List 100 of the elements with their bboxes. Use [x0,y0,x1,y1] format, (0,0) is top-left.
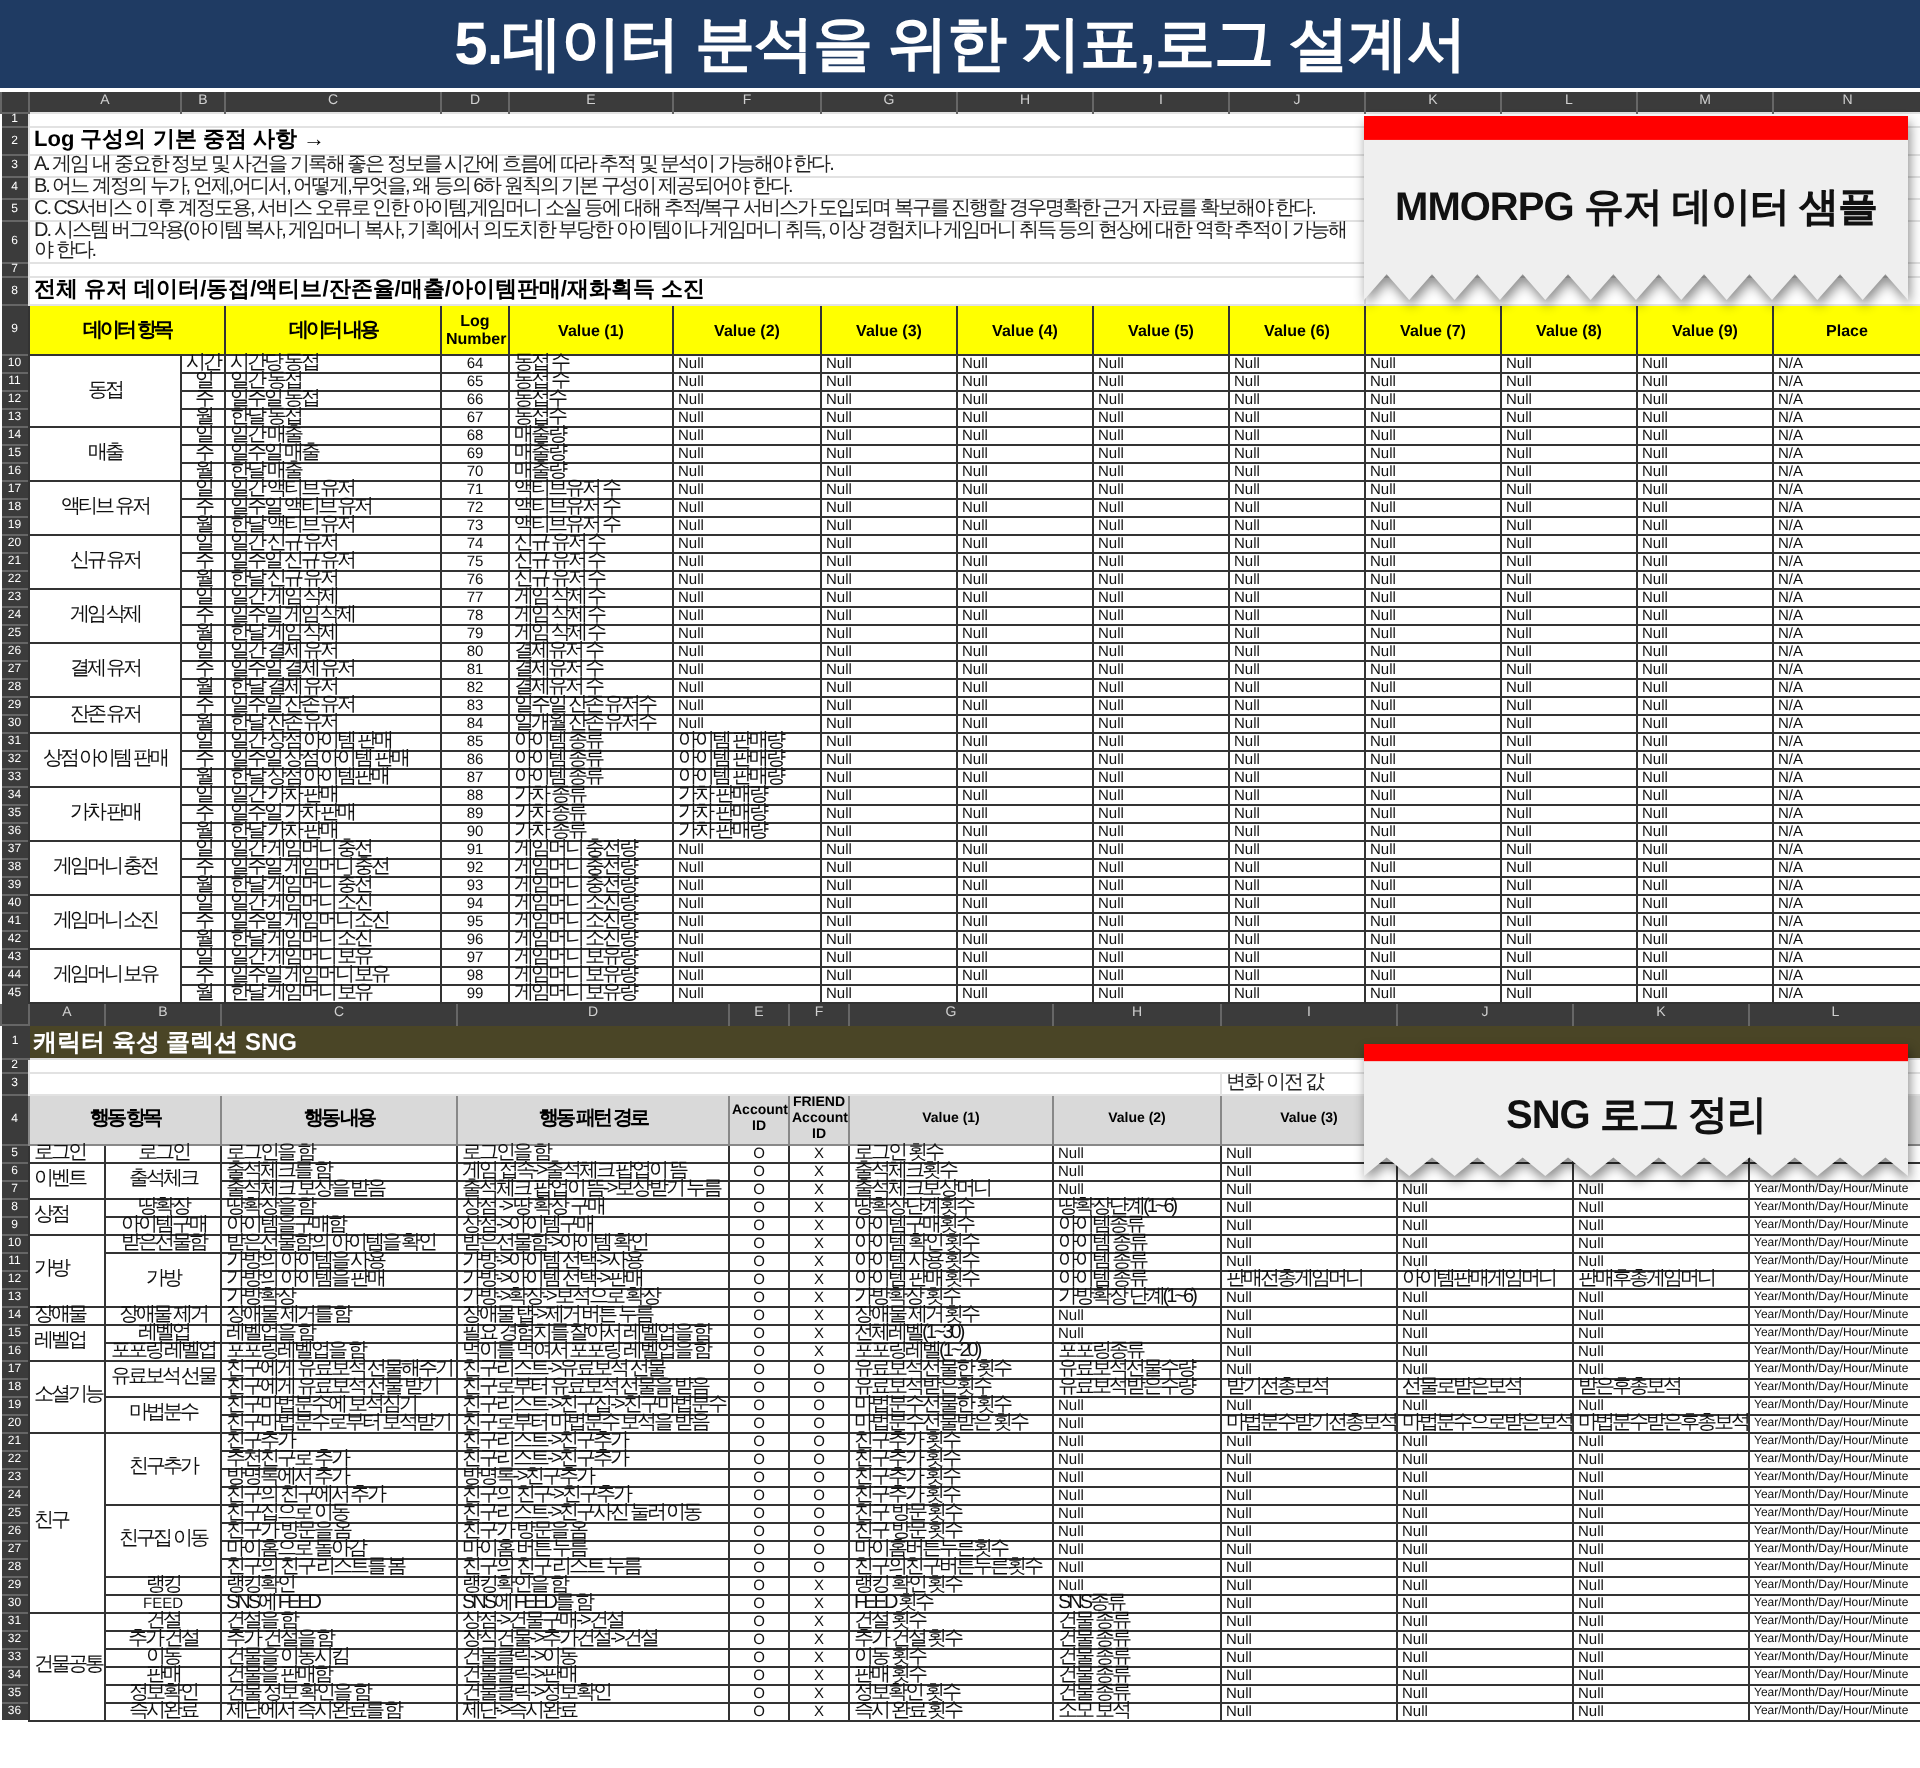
table-cell: 가차 종류 [509,787,673,805]
table-cell: 땅확장단계횟수 [849,1198,1053,1216]
table-cell: 월 [181,463,225,481]
table-cell: 건물 종류 [1053,1666,1221,1684]
table-header: Value (3) [821,305,957,355]
table-cell: 마법분수받은후총보석 [1573,1414,1749,1432]
table-cell: 일주일 액티브 유저 [225,499,441,517]
table-cell: 마법분수 [105,1396,221,1432]
table-cell: 포포링레벨업을 함 [221,1342,457,1360]
table-cell: 동접 [29,355,181,427]
table-cell: 레벨업 [105,1324,221,1342]
table-cell: 랭킹 [105,1576,221,1594]
table-cell: 월 [181,625,225,643]
table-cell: 일 [181,481,225,499]
table-cell: 가차 판매량 [673,805,821,823]
note-text: A. 게임 내 중요한 정보 및 사건을 기록해 좋은 정보를 시간에 흐름에 따라 추적 및 분석이 가능해야 한다. [29,155,1365,177]
table-cell: 아이템 판매량 [673,751,821,769]
table-cell: 친구에게 유료보석 선물 받기 [221,1378,457,1396]
table-cell: 아이템 종류 [1053,1252,1221,1270]
table-cell: 일주일 게임머니 충전 [225,859,441,877]
table-cell: 한달 신규 유저 [225,571,441,589]
table-cell: 이동 횟수 [849,1648,1053,1666]
table-cell: 일간 게임 삭제 [225,589,441,607]
callout-title: SNG 로그 정리 [1506,1092,1766,1142]
table-cell: SNS에 FEED를 함 [457,1594,729,1612]
table-cell: 친구리스트->친구집->친구마법분수 [457,1396,729,1414]
table-cell: 상점 아이템 판매 [29,733,181,787]
table-cell: 게임머니 소진량 [509,895,673,913]
table-cell: 일 [181,787,225,805]
table-cell: 액티브 유저 [29,481,181,535]
table-cell: 결제 유저 [29,643,181,697]
table-cell: 로그인 [29,1144,105,1162]
table-cell: 월 [181,715,225,733]
table-cell: 포포링종류 [1053,1342,1221,1360]
table-cell: 출석체크 팝업이 뜸->보상받기 누름 [457,1180,729,1198]
table-cell: 신규 유저 수 [509,553,673,571]
table-cell: 선물로받은보석 [1397,1378,1573,1396]
table-cell: 받은후총보석 [1573,1378,1749,1396]
table-header: Value (5) [1093,305,1229,355]
table-cell: 로그인을 함 [221,1144,457,1162]
table-cell: 방명록에서 추가 [221,1468,457,1486]
table-cell: 결제유저 수 [509,679,673,697]
table-cell: 건물클릭->이동 [457,1648,729,1666]
table-cell: 일간 동접 [225,373,441,391]
table-cell: 한달 결제 유저 [225,679,441,697]
table-cell: 일주일 가차 판매 [225,805,441,823]
table-cell: 상점 -> 땅 확장 구매 [457,1198,729,1216]
table-cell: 친구의 친구 리스트를 봄 [221,1558,457,1576]
table-cell: 일 [181,427,225,445]
table-cell: 유료보석선물수량 [1053,1360,1221,1378]
table-cell: 일주일 매출 [225,445,441,463]
table-cell: 동접수 [509,409,673,427]
table-cell: 친구로부터 마법분수 보석을 받음 [457,1414,729,1432]
table-cell: 친구의 친구에서 추가 [221,1486,457,1504]
table-cell: 추가 건설 [105,1630,221,1648]
table-cell: 방명록->친구추가 [457,1468,729,1486]
table-cell: 친구의 친구->친구추가 [457,1486,729,1504]
table-cell: 일 [181,643,225,661]
table-cell: 게임 삭제 수 [509,607,673,625]
table-cell: 친구추가 [221,1432,457,1450]
table-cell: 주 [181,661,225,679]
table-cell: 가방->아이템 선택->사용 [457,1252,729,1270]
table-cell: 전체레벨(1~30) [849,1324,1053,1342]
table-cell: 주 [181,391,225,409]
table-cell: 일주일 상점 아이템 판매 [225,751,441,769]
table-cell: 장식건물->추가건설->건설 [457,1630,729,1648]
table-cell: 건물을 판매함 [221,1666,457,1684]
table-cell: 친구집 이동 [105,1504,221,1576]
table-cell: 가방 [105,1252,221,1306]
table-cell: 일간 신규 유저 [225,535,441,553]
table-header: Value (9) [1637,305,1773,355]
table-cell: 레벨업을 함 [221,1324,457,1342]
table-cell: 가방->아이템 선택->판매 [457,1270,729,1288]
table-cell: 일주일 결제 유저 [225,661,441,679]
table-cell: 추가 건설을 함 [221,1630,457,1648]
table-cell: 아이템 확인 횟수 [849,1234,1053,1252]
table-cell: 마법분수선물받은 횟수 [849,1414,1053,1432]
table-cell: 일간 매출 [225,427,441,445]
table-cell: 마이홈버튼누른횟수 [849,1540,1053,1558]
table-cell: 건설 [105,1612,221,1630]
table-cell: 주 [181,859,225,877]
table-cell: 매출량 [509,427,673,445]
table-cell: 한달 잔존 유저 [225,715,441,733]
table-cell: 판매 횟수 [849,1666,1053,1684]
table-cell: 마이홈 버튼 누름 [457,1540,729,1558]
table-cell: 즉시 완료 횟수 [849,1702,1053,1720]
table-cell: 아이템 종류 [509,733,673,751]
table-cell: 건물 종류 [1053,1684,1221,1702]
table-cell: 일 [181,949,225,967]
table-cell: 친구추가 횟수 [849,1432,1053,1450]
table-cell: 신규 유저 [29,535,181,589]
table-cell: 포포링레벨(1~20) [849,1342,1053,1360]
table-header: Place [1773,305,1920,355]
table-cell: 마법분수으로받은보석 [1397,1414,1573,1432]
table-cell: 게임머니 충전량 [509,841,673,859]
table-cell: 게임머니 충전 [29,841,181,895]
table-header: Value (7) [1365,305,1501,355]
note-text: C. CS서비스 이 후 계정도용, 서비스 오류로 인한 아이템,게임머니 소실 등에 대해 추적/복구 서비스가 도입되며 복구를 진행할 경우명확한 근거 자료를 확보해야 한다. [29,199,1365,221]
table-cell: 일간 가차 판매 [225,787,441,805]
table-cell: 월 [181,409,225,427]
